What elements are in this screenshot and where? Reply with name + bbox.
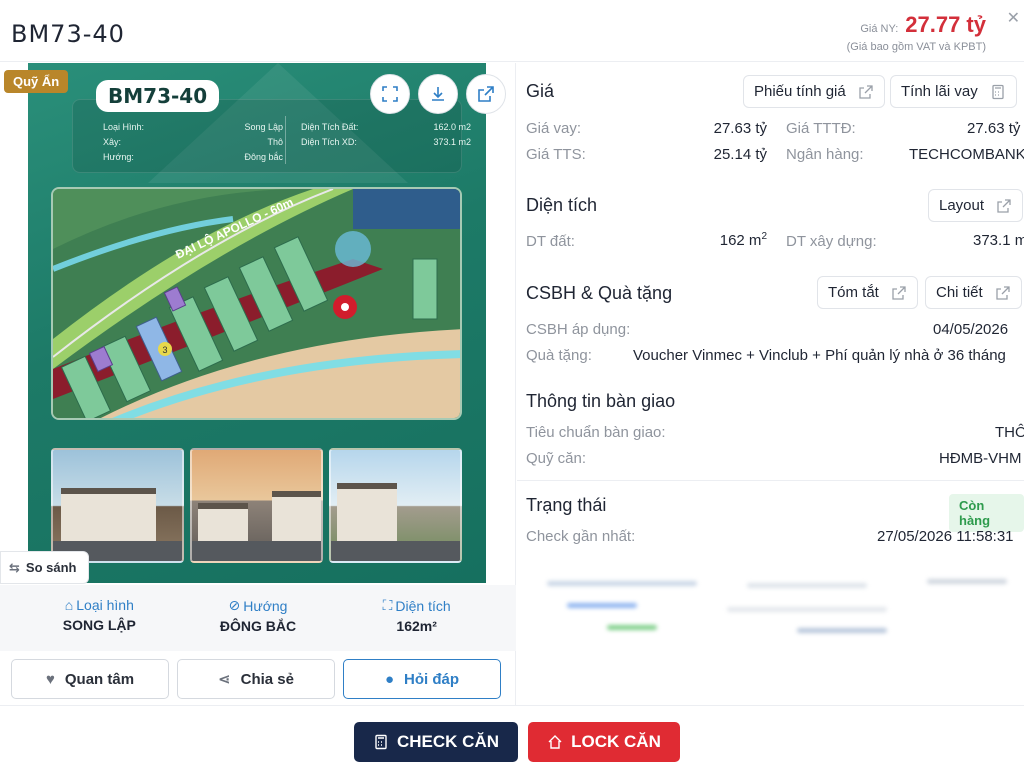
status-badge: Còn hàng [949, 494, 1024, 532]
layout-button[interactable]: Layout [928, 189, 1024, 222]
external-link-icon [478, 86, 494, 102]
external-link-icon [997, 198, 1011, 213]
price-quote-button[interactable]: Phiếu tính giá [743, 75, 885, 108]
unit-title: BM73-40 [11, 20, 125, 48]
tttd-price-label: Giá TTTĐ: [786, 120, 856, 137]
bank-label: Ngân hàng: [786, 146, 864, 163]
loan-calculator-button[interactable]: Tính lãi vay [890, 75, 1017, 108]
tts-price-value: 25.14 tỷ [713, 146, 767, 163]
share-button[interactable]: ⋖ Chia sẻ [177, 659, 335, 699]
price-note: (Giá bao gồm VAT và KPBT) [846, 41, 986, 53]
stat-area: ⛶ Diện tích 162m² [382, 597, 451, 634]
compass-icon: ⊘ [228, 597, 241, 613]
bank-value: TECHCOMBANK [909, 146, 1024, 163]
gift-value: Voucher Vinmec + Vinclub + Phí quản lý n… [633, 347, 1006, 364]
stat-type: ⌂ Loại hình SONG LẬP [62, 597, 136, 633]
last-check-value: 27/05/2026 11:58:31 [877, 528, 1014, 545]
modal-header: BM73-40 Giá NY: 27.77 tỷ (Giá bao gồm VA… [0, 0, 1024, 62]
site-plan-map[interactable]: 3 ĐẠI LỘ APOLLO - 60m [51, 187, 462, 420]
download-button[interactable] [418, 74, 458, 114]
check-unit-button[interactable]: CHECK CĂN [354, 722, 518, 762]
handover-title: Thông tin bàn giao [526, 391, 676, 411]
home-icon: ⌂ [64, 597, 74, 613]
expand-icon [382, 86, 398, 102]
blurred-content [527, 573, 1024, 653]
spec-row: Hướng: Đông bắc [103, 152, 283, 162]
fund-value: HĐMB-VHM [939, 450, 1022, 467]
policy-apply-value: 04/05/2026 [933, 321, 1009, 338]
chat-icon: ● [384, 670, 395, 688]
tttd-price-value: 27.63 tỷ [967, 120, 1021, 137]
handover-std-label: Tiêu chuẩn bàn giao: [526, 424, 666, 441]
poster-code: BM73-40 [96, 80, 220, 112]
key-stats: ⌂ Loại hình SONG LẬP ⊘ Hướng ĐÔNG BẮC ⛶ Diệ… [0, 585, 516, 651]
right-panel: Giá Phiếu tính giá Tính lãi vay Giá vay:… [517, 63, 1024, 705]
photo-thumbnail[interactable] [190, 448, 323, 563]
share-icon: ⋖ [218, 671, 231, 688]
land-area-label: DT đất: [526, 233, 575, 250]
photo-thumbnail[interactable] [329, 448, 462, 563]
heart-icon: ♥ [45, 670, 55, 688]
map-zone-label: 3 [162, 345, 167, 355]
price-value: 27.77 tỷ [905, 12, 986, 37]
close-icon[interactable]: ✕ [1007, 8, 1020, 28]
gift-label: Quà tặng: [526, 347, 592, 364]
external-link-icon [892, 285, 906, 300]
tts-price-label: Giá TTS: [526, 146, 586, 163]
fullscreen-button[interactable] [370, 74, 410, 114]
open-external-button[interactable] [466, 74, 506, 114]
swap-icon: ⇆ [9, 559, 20, 575]
listing-price: Giá NY: 27.77 tỷ (Giá bao gồm VAT và KPB… [847, 12, 986, 53]
action-buttons: ♥ Quan tâm ⋖ Chia sẻ ● Hỏi đáp [11, 659, 501, 699]
lock-unit-button[interactable]: LOCK CĂN [528, 722, 680, 762]
left-panel: Quỹ Ẩn BM73-40 Loại Hình: Song Lập Xây: Th… [0, 63, 516, 705]
compare-button[interactable]: ⇆ So sánh [0, 551, 90, 584]
pricing-title: Giá [526, 81, 555, 101]
policy-apply-label: CSBH áp dụng: [526, 321, 631, 338]
spec-row: Loại Hình: Song Lập [103, 122, 283, 132]
calculator-icon [375, 734, 387, 750]
status-title: Trạng thái [526, 495, 607, 515]
spec-row: Xây: Thô [103, 137, 283, 147]
compare-label: So sánh [25, 560, 77, 575]
external-link-icon [996, 285, 1010, 300]
price-label: Giá NY: [860, 23, 899, 35]
last-check-label: Check gần nhất: [526, 528, 636, 545]
modal-footer: CHECK CĂN LOCK CĂN [0, 705, 1024, 772]
land-area-value: 162 m2 [719, 231, 767, 249]
photo-thumbnail[interactable] [51, 448, 184, 563]
area-icon: ⛶ [382, 597, 393, 613]
download-icon [432, 87, 444, 101]
summary-button[interactable]: Tóm tắt [817, 276, 918, 309]
spec-row: Diện Tích Đất: 162.0 m2 [301, 122, 471, 132]
unit-detail-modal: BM73-40 Giá NY: 27.77 tỷ (Giá bao gồm VA… [0, 0, 1024, 772]
home-lock-icon [548, 735, 562, 749]
area-title: Diện tích [526, 195, 598, 215]
ask-button[interactable]: ● Hỏi đáp [343, 659, 501, 699]
quy-an-tag: Quỹ Ẩn [4, 70, 69, 93]
build-area-label: DT xây dựng: [786, 233, 877, 250]
loan-price-label: Giá vay: [526, 120, 582, 137]
fund-label: Quỹ căn: [526, 450, 587, 467]
favorite-button[interactable]: ♥ Quan tâm [11, 659, 169, 699]
stat-direction: ⊘ Hướng ĐÔNG BẮC [219, 597, 297, 634]
photo-strip [51, 448, 462, 563]
external-link-icon [859, 84, 873, 99]
spec-row: Diện Tích XD: 373.1 m2 [301, 137, 471, 147]
build-area-value: 373.1 m2 [973, 232, 1024, 249]
detail-button[interactable]: Chi tiết [925, 276, 1022, 309]
unit-poster-image: BM73-40 Loại Hình: Song Lập Xây: Thô Hướng… [28, 63, 486, 583]
calculator-icon [992, 84, 1004, 99]
policy-title: CSBH & Quà tặng [526, 283, 673, 303]
loan-price-value: 27.63 tỷ [713, 120, 767, 137]
handover-std-value: THÔ [995, 424, 1024, 441]
